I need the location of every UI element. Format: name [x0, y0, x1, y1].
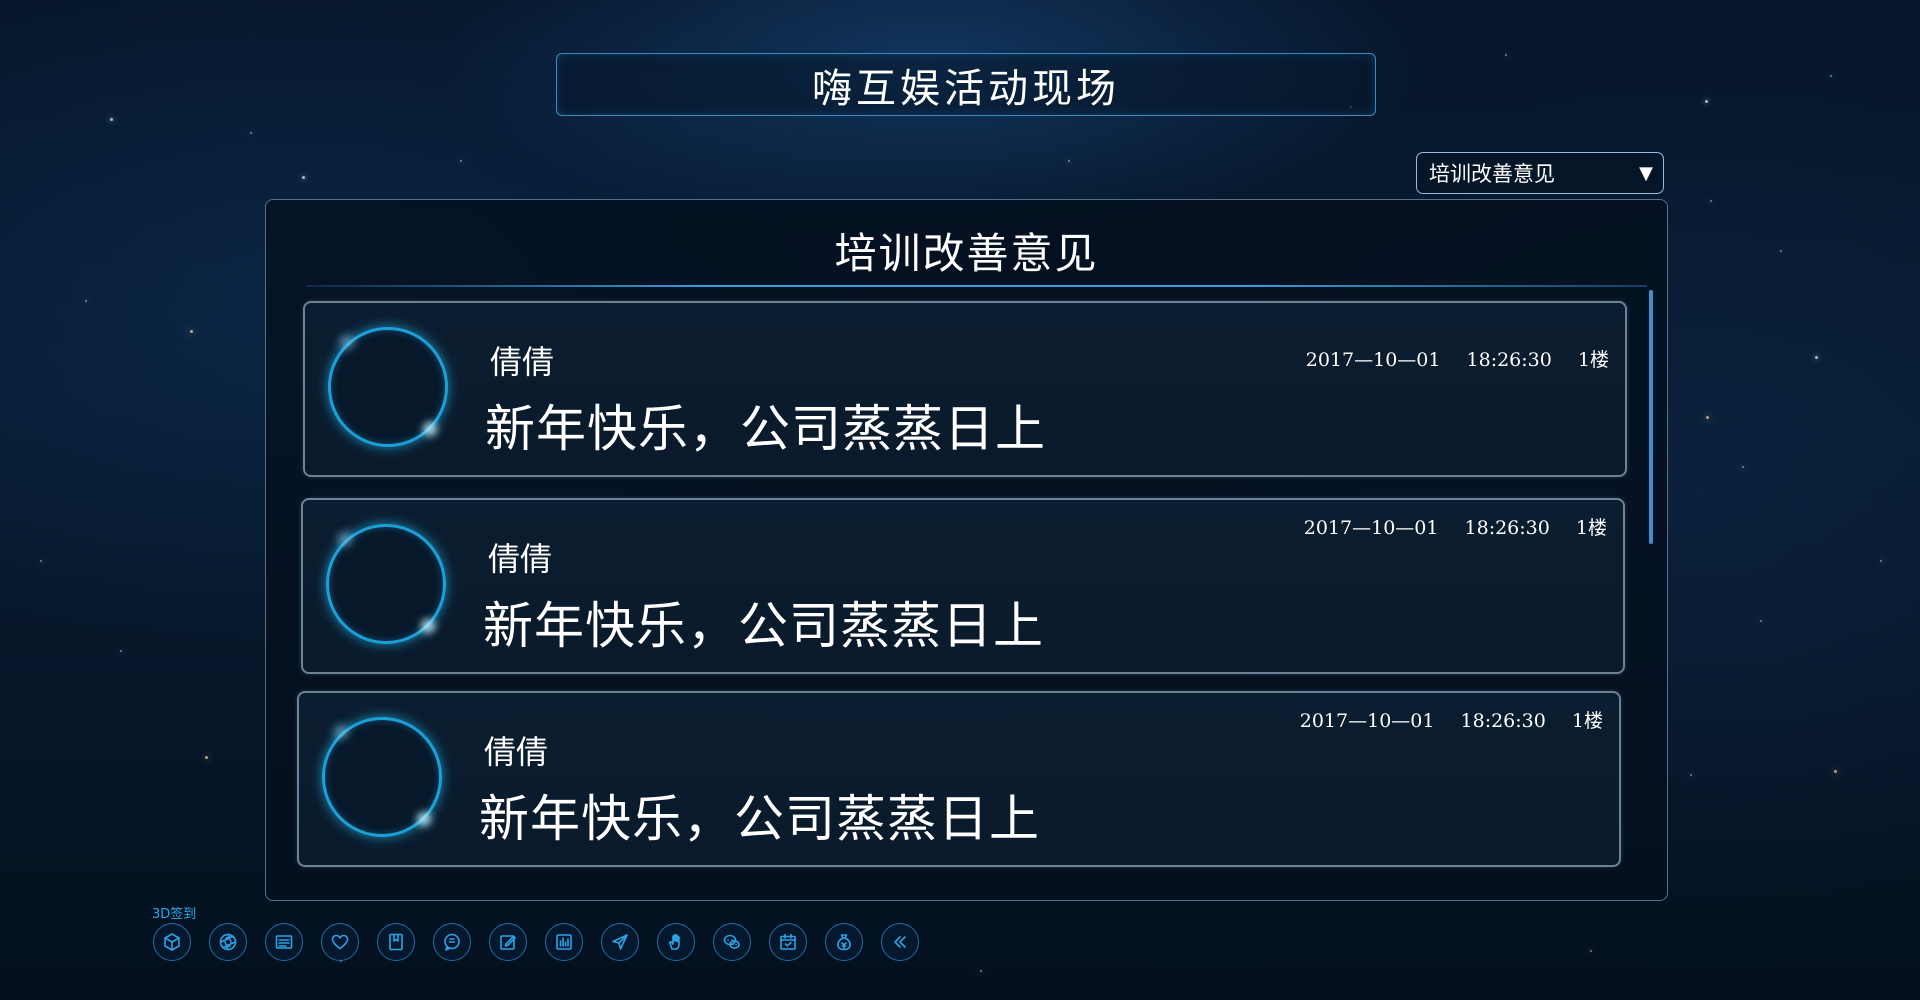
post-floor: 1楼: [1575, 517, 1607, 539]
calendar-button[interactable]: [769, 923, 807, 961]
double-chevron-left-icon: [894, 936, 906, 948]
message-text: 新年快乐，公司蒸蒸日上: [479, 790, 1040, 848]
avatar: [326, 524, 446, 644]
post-date: 2017—10—01: [1299, 710, 1435, 732]
cube-icon: [164, 933, 180, 951]
user-name: 倩倩: [488, 540, 553, 578]
collapse-button[interactable]: [881, 923, 919, 961]
user-name: 倩倩: [490, 343, 555, 381]
message-text: 新年快乐，公司蒸蒸日上: [483, 597, 1044, 655]
post-meta: 2017—10—01 18:26:30 1楼: [1300, 706, 1603, 733]
user-name: 倩倩: [484, 733, 549, 771]
bottom-toolbar: [153, 923, 937, 961]
post-meta: 2017—10—01 18:26:30 1楼: [1304, 513, 1607, 540]
bookmark-button[interactable]: [377, 923, 415, 961]
post-time: 18:26:30: [1466, 349, 1552, 371]
aperture-button[interactable]: [209, 923, 247, 961]
send-icon: [612, 934, 628, 950]
post-meta: 2017—10—01 18:26:30 1楼: [1306, 345, 1609, 372]
list-button[interactable]: [265, 923, 303, 961]
edit-icon: [500, 935, 516, 950]
avatar: [322, 717, 442, 837]
bookmark-icon: [389, 933, 403, 951]
chat-bubble-icon: [444, 933, 460, 951]
hand-icon: [669, 933, 680, 950]
hand-button[interactable]: [657, 923, 695, 961]
post-floor: 1楼: [1571, 710, 1603, 732]
message-card: 倩倩 新年快乐，公司蒸蒸日上 2017—10—01 18:26:30 1楼: [301, 498, 1625, 674]
money-bag-button[interactable]: [825, 923, 863, 961]
bar-chart-icon: [556, 934, 572, 950]
calendar-icon: [780, 933, 796, 950]
wechat-button[interactable]: [713, 923, 751, 961]
aperture-icon: [219, 933, 237, 951]
list-icon: [275, 935, 293, 949]
post-floor: 1楼: [1577, 349, 1609, 371]
triangle-down-icon: ▼: [1639, 162, 1653, 184]
money-bag-icon: [837, 934, 851, 951]
heart-button[interactable]: [321, 923, 359, 961]
scrollbar[interactable]: [1649, 290, 1653, 544]
panel-divider: [306, 285, 1647, 287]
send-button[interactable]: [601, 923, 639, 961]
avatar: [328, 327, 448, 447]
messages-panel: 培训改善意见 倩倩 新年快乐，公司蒸蒸日上 2017—10—01 18:26:3…: [265, 199, 1668, 901]
post-time: 18:26:30: [1460, 710, 1546, 732]
chat-button[interactable]: [433, 923, 471, 961]
message-text: 新年快乐，公司蒸蒸日上: [485, 400, 1046, 458]
wechat-icon: [723, 934, 740, 949]
cube-button[interactable]: [153, 923, 191, 961]
edit-button[interactable]: [489, 923, 527, 961]
category-select-value: 培训改善意见: [1429, 162, 1555, 186]
post-date: 2017—10—01: [1305, 349, 1441, 371]
post-date: 2017—10—01: [1303, 517, 1439, 539]
post-time: 18:26:30: [1464, 517, 1550, 539]
event-title: 嗨互娱活动现场: [812, 65, 1120, 112]
stats-button[interactable]: [545, 923, 583, 961]
message-card: 倩倩 新年快乐，公司蒸蒸日上 2017—10—01 18:26:30 1楼: [297, 691, 1621, 867]
event-title-box: 嗨互娱活动现场: [556, 53, 1376, 116]
toolbar-label: 3D签到: [152, 907, 197, 922]
panel-title: 培训改善意见: [834, 229, 1099, 278]
message-card: 倩倩 新年快乐，公司蒸蒸日上 2017—10—01 18:26:30 1楼: [303, 301, 1627, 477]
category-select[interactable]: 培训改善意见 ▼: [1416, 152, 1664, 194]
heart-icon: [331, 934, 349, 950]
